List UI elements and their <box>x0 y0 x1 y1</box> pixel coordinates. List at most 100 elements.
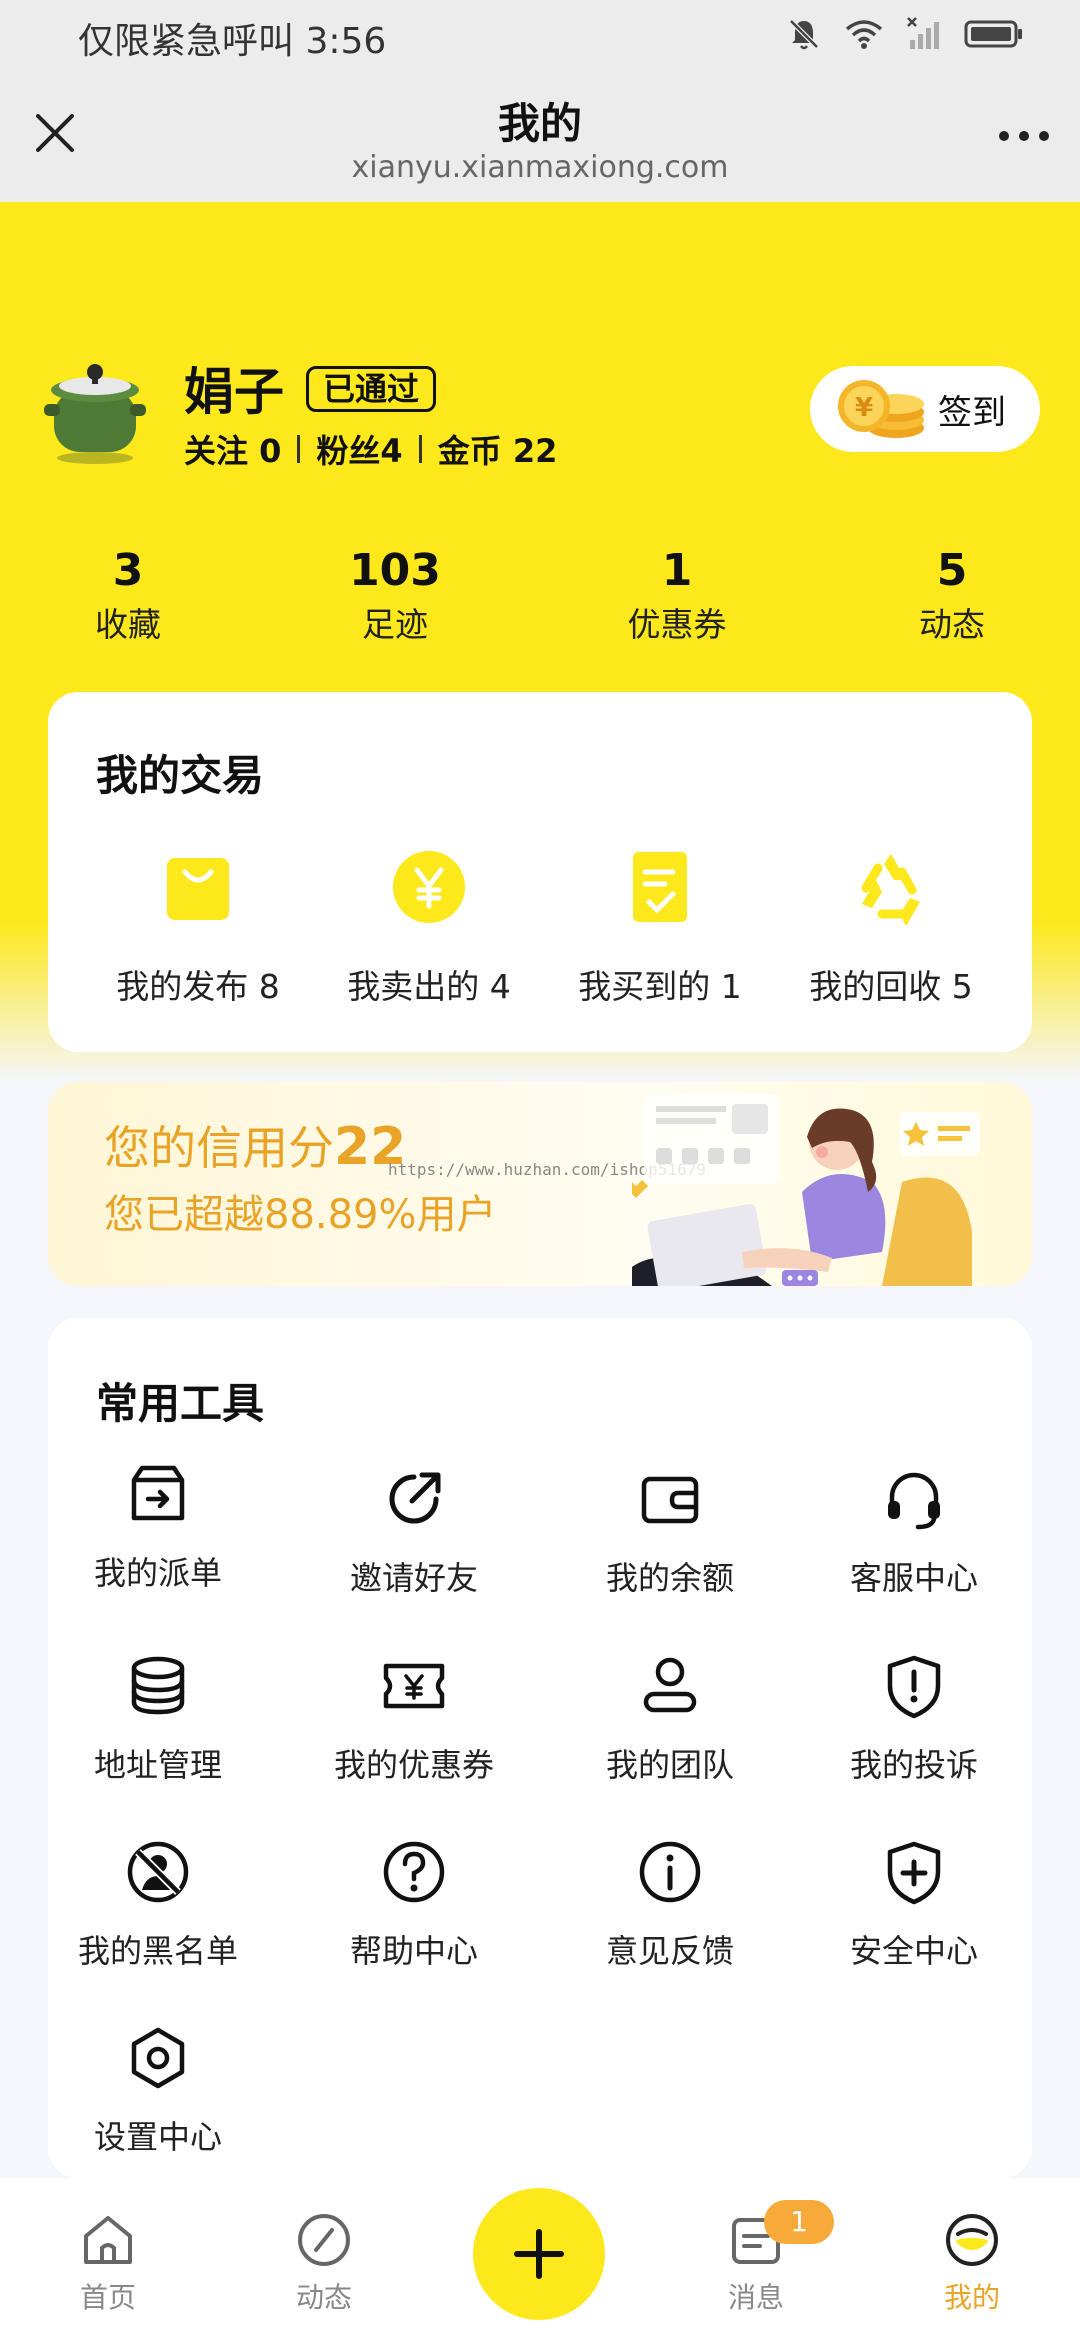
tool-label: 客服中心 <box>849 1559 978 1597</box>
stat-label: 收藏 <box>95 605 161 644</box>
stat-value: 3 <box>112 545 144 596</box>
home-icon <box>84 2216 132 2264</box>
trade-published[interactable]: 我的发布 8 <box>83 842 313 1008</box>
profile-icon <box>946 2214 998 2266</box>
coin-stack-icon: ¥ <box>838 380 924 438</box>
stat-value: 1 <box>661 545 693 596</box>
tool-settings-center[interactable]: 设置中心 <box>58 2022 258 2158</box>
stat-value: 103 <box>349 545 441 596</box>
user-team-icon <box>643 1657 697 1713</box>
tool-my-complaints[interactable]: 我的投诉 <box>814 1650 1014 1786</box>
tab-label: 首页 <box>79 2281 136 2314</box>
info-icon <box>639 1841 701 1903</box>
tool-security-center[interactable]: 安全中心 <box>814 1836 1014 1972</box>
stat-label: 足迹 <box>362 605 428 644</box>
stat-favorites[interactable]: 3 收藏 <box>28 545 228 646</box>
trade-label: 我的发布 8 <box>116 967 280 1006</box>
status-text: 仅限紧急呼叫 3:56 <box>78 21 387 62</box>
dispatch-box-icon <box>131 1465 185 1521</box>
tool-my-dispatch[interactable]: 我的派单 <box>58 1458 258 1594</box>
compass-icon <box>298 2214 350 2266</box>
tools-title: 常用工具 <box>96 1379 265 1428</box>
database-stack-icon <box>131 1656 185 1715</box>
divider <box>418 435 422 463</box>
more-icon[interactable] <box>994 124 1054 148</box>
stat-posts[interactable]: 5 动态 <box>852 545 1052 646</box>
stat-footprints[interactable]: 103 足迹 <box>295 545 495 646</box>
verified-badge: 已通过 <box>306 366 437 412</box>
trade-sold[interactable]: 我卖出的 4 <box>314 842 544 1008</box>
trade-title: 我的交易 <box>96 751 265 800</box>
coins-count[interactable]: 金币 22 <box>438 426 558 472</box>
tool-customer-service[interactable]: 客服中心 <box>814 1463 1014 1599</box>
fans-count[interactable]: 粉丝4 <box>316 426 402 472</box>
follow-stats: 关注 0 粉丝4 金币 22 <box>184 426 557 472</box>
my-trade-card: 我的交易 我的发布 8 我卖出的 4 我买到的 1 我的回收 5 <box>48 692 1032 1052</box>
woman-laptop-illustration <box>632 1094 980 1286</box>
tool-help-center[interactable]: 帮助中心 <box>314 1836 514 1972</box>
tab-profile[interactable]: 我的 <box>902 2208 1042 2316</box>
plus-icon <box>514 2229 564 2279</box>
stats-row: 3 收藏 103 足迹 1 优惠券 5 动态 <box>0 545 1080 655</box>
common-tools-card: 常用工具 我的派单 邀请好友 我的余额 客服中心 地址管理 我的优惠券 我的团队… <box>48 1318 1032 2178</box>
tab-feed[interactable]: 动态 <box>254 2208 394 2316</box>
tool-label: 我的黑名单 <box>77 1932 238 1970</box>
checkin-button[interactable]: ¥ 签到 <box>810 366 1040 452</box>
tool-label: 我的团队 <box>605 1746 734 1784</box>
tool-feedback[interactable]: 意见反馈 <box>570 1836 770 1972</box>
question-icon <box>383 1841 445 1903</box>
tool-label: 我的投诉 <box>849 1746 978 1784</box>
tool-blacklist[interactable]: 我的黑名单 <box>58 1836 258 1972</box>
stat-coupons[interactable]: 1 优惠券 <box>577 545 777 646</box>
checkin-label: 签到 <box>938 392 1006 433</box>
tool-my-balance[interactable]: 我的余额 <box>570 1463 770 1599</box>
username: 娟子 <box>184 363 284 421</box>
tab-label: 动态 <box>295 2281 352 2314</box>
page-title: 我的 <box>497 99 582 148</box>
tool-label: 意见反馈 <box>605 1932 734 1970</box>
tool-invite-friends[interactable]: 邀请好友 <box>314 1463 514 1599</box>
mute-bell-icon <box>789 19 819 50</box>
avatar[interactable] <box>40 348 150 468</box>
tool-label: 邀请好友 <box>349 1559 478 1597</box>
wifi-icon <box>845 20 883 49</box>
checklist-icon <box>633 852 687 922</box>
status-icons <box>786 16 1024 52</box>
tool-address-manage[interactable]: 地址管理 <box>58 1650 258 1786</box>
stat-value: 5 <box>936 545 968 596</box>
wallet-icon <box>641 1476 699 1524</box>
svg-text:¥: ¥ <box>855 393 873 423</box>
divider <box>297 435 301 463</box>
credit-score-banner[interactable]: 您的信用分22 您已超越88.89%用户 https://www.huzhan.… <box>48 1082 1032 1286</box>
battery-icon <box>964 20 1022 48</box>
trade-bought[interactable]: 我买到的 1 <box>545 842 775 1008</box>
page-url: xianyu.xianmaxiong.com <box>351 150 729 185</box>
trade-recycle[interactable]: 我的回收 5 <box>776 842 1006 1008</box>
stat-label: 优惠券 <box>627 605 727 644</box>
no-signal-icon <box>907 17 939 49</box>
share-arrow-icon <box>389 1472 441 1524</box>
trade-label: 我的回收 5 <box>809 967 973 1006</box>
shield-alert-icon <box>887 1655 941 1719</box>
shield-plus-icon <box>887 1841 941 1905</box>
follow-count[interactable]: 关注 0 <box>184 426 281 472</box>
status-bar: 仅限紧急呼叫 3:56 <box>0 0 1080 72</box>
tab-home[interactable]: 首页 <box>38 2208 178 2316</box>
tool-my-coupons[interactable]: 我的优惠券 <box>314 1650 514 1786</box>
publish-button[interactable] <box>473 2188 605 2320</box>
tool-label: 我的余额 <box>605 1559 734 1597</box>
coupon-ticket-icon <box>383 1663 445 1709</box>
message-badge: 1 <box>764 2200 834 2244</box>
shopping-bag-icon <box>167 858 229 920</box>
credit-rank-text: 您已超越88.89%用户 <box>104 1192 497 1238</box>
trade-label: 我买到的 1 <box>578 967 742 1006</box>
tool-my-team[interactable]: 我的团队 <box>570 1650 770 1786</box>
tool-label: 地址管理 <box>93 1746 222 1784</box>
recycle-icon <box>861 854 920 926</box>
tab-label: 消息 <box>727 2281 784 2314</box>
credit-score-line: 您的信用分22 <box>104 1112 406 1178</box>
tool-label: 设置中心 <box>93 2118 222 2156</box>
stat-label: 动态 <box>919 605 985 644</box>
headset-icon <box>888 1472 940 1530</box>
settings-hex-icon <box>131 2027 185 2089</box>
